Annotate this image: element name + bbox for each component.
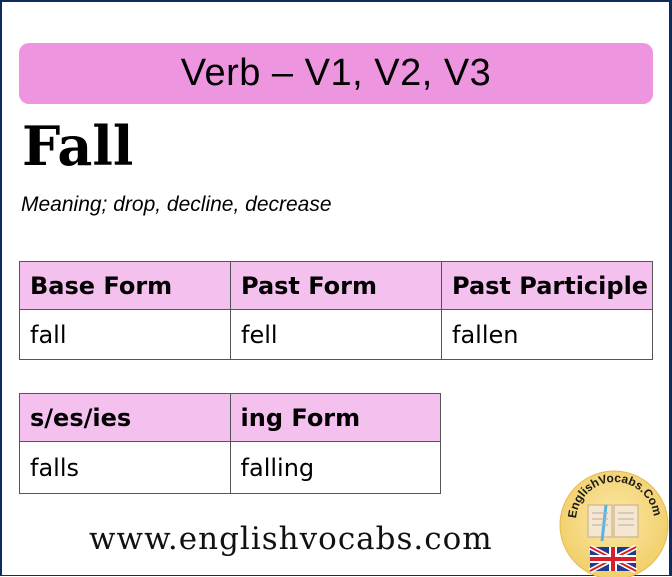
englishvocabs-logo-icon: EnglishVocabs.Com [559, 470, 669, 577]
cell-s-es-ies: falls [19, 441, 231, 494]
table-row: fall fell fallen [19, 309, 653, 360]
header-past-participle: Past Participle [441, 261, 653, 310]
extra-forms-table: s/es/ies ing Form falls falling [19, 393, 442, 494]
table-row: falls falling [19, 441, 442, 494]
verb-card: Verb – V1, V2, V3 Fall Meaning; drop, de… [0, 0, 672, 577]
header-ing-form: ing Form [229, 393, 442, 442]
banner-title: Verb – V1, V2, V3 [19, 43, 653, 104]
cell-past-form: fell [230, 309, 442, 360]
header-past-form: Past Form [230, 261, 442, 310]
cell-base-form: fall [19, 309, 231, 360]
verb-meaning: Meaning; drop, decline, decrease [21, 193, 332, 216]
header-s-es-ies: s/es/ies [19, 393, 231, 442]
uk-flag-icon [588, 544, 638, 574]
table-header-row: s/es/ies ing Form [19, 393, 442, 442]
website-url: www.englishvocabs.com [89, 521, 493, 557]
header-base-form: Base Form [19, 261, 231, 310]
cell-ing-form: falling [229, 441, 442, 494]
cell-past-participle: fallen [441, 309, 653, 360]
verb-word: Fall [22, 114, 134, 178]
table-header-row: Base Form Past Form Past Participle [19, 261, 653, 310]
verb-forms-table: Base Form Past Form Past Participle fall… [19, 261, 653, 360]
